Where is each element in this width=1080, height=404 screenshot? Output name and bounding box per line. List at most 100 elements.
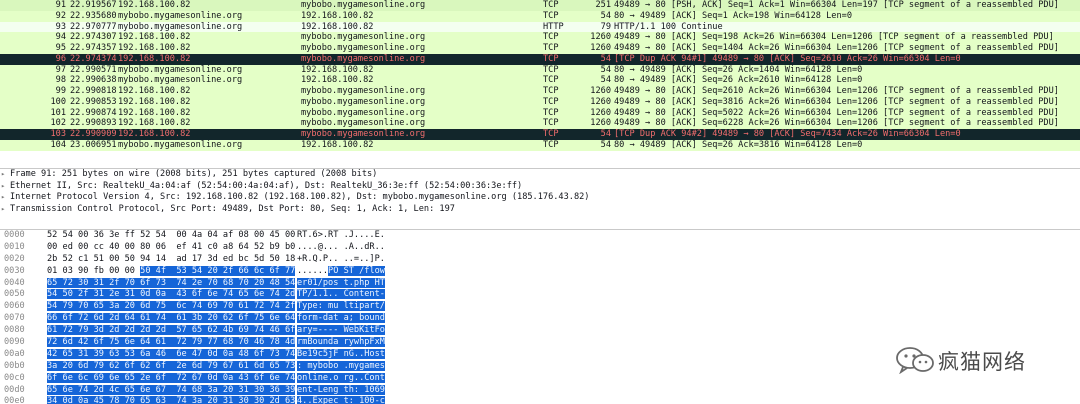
packet-row[interactable]: 91 22.919567 192.168.100.82 mybobo.mygameso… <box>0 0 1080 11</box>
packet-bytes-pane[interactable]: 0000 52 54 00 36 3e ff 52 54 00 4a 04 af … <box>0 230 1080 404</box>
packet-row[interactable]: 103 22.990909 192.168.100.82 mybobo.mygames… <box>0 129 1080 140</box>
selected-bytes: 3a 20 6d 79 62 6f 62 6f 2e 6d 79 67 61 6… <box>47 360 296 371</box>
packet-length: 79 <box>600 21 611 32</box>
packet-info: 80 → 49489 [ACK] Seq=26 Ack=2610 Win=641… <box>614 75 863 86</box>
packet-length: 54 <box>600 139 611 150</box>
packet-row[interactable]: 100 22.990853 192.168.100.82 mybobo.mygames… <box>0 96 1080 108</box>
packet-destination: mybobo.mygamesonline.org <box>301 86 426 96</box>
byte-offset: 0040 <box>4 277 25 288</box>
packet-list[interactable]: 91 22.919567 192.168.100.82 mybobo.mygameso… <box>0 0 1080 166</box>
byte-offset: 0070 <box>4 313 25 324</box>
selected-bytes: 72 6d 42 6f 75 6e 64 61 72 79 77 68 70 4… <box>47 337 296 348</box>
packet-source: 192.168.100.82 <box>118 86 191 96</box>
expand-arrow-icon[interactable]: ▸ <box>1 192 5 204</box>
packet-source: 192.168.100.82 <box>118 43 191 53</box>
packet-time: 22.974374 <box>70 53 117 64</box>
detail-row[interactable]: ▸ Ethernet II, Src: RealtekU_4a:04:af (52… <box>0 181 1080 193</box>
bytes-row[interactable]: 0040 65 72 30 31 2f 70 6f 73 74 2e 70 68 … <box>0 277 1080 290</box>
selected-bytes: TP/1.1.. Content- <box>297 289 385 300</box>
packet-source: 192.168.100.82 <box>118 0 191 10</box>
byte-ascii: ......PO ST /flow <box>297 265 385 276</box>
byte-offset: 00b0 <box>4 360 25 371</box>
bytes-row[interactable]: 0060 54 79 70 65 3a 20 6d 75 6c 74 69 70 … <box>0 301 1080 313</box>
packet-info: 80 → 49489 [ACK] Seq=26 Ack=3816 Win=641… <box>614 139 863 150</box>
packet-row[interactable]: 102 22.990893 192.168.100.82 mybobo.mygames… <box>0 118 1080 129</box>
packet-source: 192.168.100.82 <box>118 96 191 107</box>
selected-bytes: Type: mu ltipart/ <box>297 301 385 312</box>
packet-source: 192.168.100.82 <box>118 32 191 43</box>
bytes-row[interactable]: 0050 54 50 2f 31 2e 31 0d 0a 43 6f 6e 74 … <box>0 289 1080 301</box>
packet-protocol: HTTP <box>543 21 564 32</box>
selected-bytes: 4..Expec t: 100-c <box>297 396 385 404</box>
selected-bytes: : mybobo .mygames <box>297 360 385 371</box>
packet-row[interactable]: 95 22.974357 192.168.100.82 mybobo.mygameso… <box>0 43 1080 54</box>
packet-row[interactable]: 93 22.970777 mybobo.mygamesonline.org 192.1… <box>0 21 1080 33</box>
bytes-row[interactable]: 00e0 34 0d 0a 45 78 70 65 63 74 3a 20 31 … <box>0 396 1080 404</box>
packet-row[interactable]: 99 22.990818 192.168.100.82 mybobo.mygameso… <box>0 86 1080 97</box>
packet-length: 54 <box>600 64 611 75</box>
packet-protocol: TCP <box>543 107 559 118</box>
detail-row[interactable]: ▸ Transmission Control Protocol, Src Port… <box>0 204 1080 216</box>
packet-row[interactable]: 98 22.990638 mybobo.mygamesonline.org 192.1… <box>0 75 1080 86</box>
packet-no: 104 <box>50 139 66 150</box>
packet-time: 22.990571 <box>70 64 117 75</box>
selected-bytes: Be19c5jF nG..Host <box>297 348 385 359</box>
packet-info: 49489 → 80 [ACK] Seq=2610 Ack=26 Win=663… <box>614 86 1059 96</box>
packet-time: 22.990874 <box>70 107 117 118</box>
bytes-row[interactable]: 0080 61 72 79 3d 2d 2d 2d 2d 57 65 62 4b … <box>0 325 1080 337</box>
bytes-row[interactable]: 0000 52 54 00 36 3e ff 52 54 00 4a 04 af … <box>0 230 1080 242</box>
packet-info: 49489 → 80 [ACK] Seq=5022 Ack=26 Win=663… <box>614 107 1059 118</box>
packet-row[interactable]: 96 22.974374 192.168.100.82 mybobo.mygameso… <box>0 53 1080 65</box>
byte-offset: 00e0 <box>4 396 25 404</box>
selected-bytes: ent-Leng th: 1069 <box>297 384 385 395</box>
packet-length: 54 <box>600 129 611 139</box>
expand-arrow-icon[interactable]: ▸ <box>1 204 5 216</box>
packet-length: 1260 <box>590 32 611 43</box>
selected-bytes: 50 4f 53 54 20 2f 66 6c 6f 77 <box>140 265 296 276</box>
packet-length: 54 <box>600 10 611 21</box>
packet-protocol: TCP <box>543 96 559 107</box>
selected-bytes: 65 6e 74 2d 4c 65 6e 67 74 68 3a 20 31 3… <box>47 384 296 395</box>
packet-info: 80 → 49489 [ACK] Seq=1 Ack=198 Win=64128… <box>614 10 852 21</box>
expand-arrow-icon[interactable]: ▸ <box>1 169 5 181</box>
packet-destination: mybobo.mygamesonline.org <box>301 53 426 64</box>
packet-no: 94 <box>55 32 66 43</box>
selected-bytes: 61 72 79 3d 2d 2d 2d 2d 57 65 62 4b 69 7… <box>47 325 296 336</box>
byte-hex: 00 ed 00 cc 40 00 80 06 ef 41 c0 a8 64 5… <box>47 241 296 252</box>
packet-protocol: TCP <box>543 75 559 86</box>
expand-arrow-icon[interactable]: ▸ <box>1 181 5 193</box>
byte-hex: 01 03 90 fb 00 00 50 4f 53 54 20 2f 66 6… <box>47 265 296 276</box>
packet-no: 101 <box>50 107 66 118</box>
packet-row[interactable]: 94 22.974307 192.168.100.82 mybobo.mygameso… <box>0 32 1080 43</box>
bytes-row[interactable]: 0070 66 6f 72 6d 2d 64 61 74 61 3b 20 62 … <box>0 313 1080 325</box>
byte-hex: 65 6e 74 2d 4c 65 6e 67 74 68 3a 20 31 3… <box>47 384 296 397</box>
selected-bytes: 66 6f 72 6d 2d 64 61 74 61 3b 20 62 6f 7… <box>47 313 296 324</box>
wechat-icon <box>896 347 934 374</box>
byte-ascii: +R.Q.P.. ..=..]P. <box>297 253 385 264</box>
bytes-row[interactable]: 0030 01 03 90 fb 00 00 50 4f 53 54 20 2f … <box>0 265 1080 278</box>
packet-row[interactable]: 104 23.006951 mybobo.mygamesonline.org 192.… <box>0 139 1080 151</box>
packet-details-pane[interactable]: ▸ Frame 91: 251 bytes on wire (2008 bits)… <box>0 168 1080 230</box>
packet-destination: 192.168.100.82 <box>301 21 374 32</box>
byte-ascii: Type: mu ltipart/ <box>297 301 385 313</box>
byte-offset: 00c0 <box>4 372 25 383</box>
bytes-row[interactable]: 0010 00 ed 00 cc 40 00 80 06 ef 41 c0 a8 … <box>0 242 1080 254</box>
packet-destination: mybobo.mygamesonline.org <box>301 0 426 10</box>
packet-length: 54 <box>600 75 611 86</box>
bytes-row[interactable]: 0020 2b 52 c1 51 00 50 94 14 ad 17 3d ed … <box>0 254 1080 266</box>
byte-offset: 0050 <box>4 289 25 300</box>
packet-no: 102 <box>50 118 66 129</box>
packet-row[interactable]: 92 22.935680 mybobo.mygamesonline.org 192.1… <box>0 10 1080 22</box>
packet-length: 1260 <box>590 43 611 53</box>
packet-info: HTTP/1.1 100 Continue <box>614 21 723 32</box>
packet-source: mybobo.mygamesonline.org <box>118 139 243 150</box>
packet-source: 192.168.100.82 <box>118 107 191 118</box>
detail-row[interactable]: ▸ Internet Protocol Version 4, Src: 192.1… <box>0 192 1080 204</box>
detail-row[interactable]: ▸ Frame 91: 251 bytes on wire (2008 bits)… <box>0 169 1080 181</box>
packet-row[interactable]: 97 22.990571 mybobo.mygamesonline.org 192.1… <box>0 64 1080 76</box>
packet-info: [TCP Dup ACK 94#1] 49489 → 80 [ACK] Seq=… <box>614 53 961 64</box>
packet-row[interactable]: 101 22.990874 192.168.100.82 mybobo.mygames… <box>0 107 1080 119</box>
bytes-row[interactable]: 00d0 65 6e 74 2d 4c 65 6e 67 74 68 3a 20 … <box>0 384 1080 397</box>
packet-source: mybobo.mygamesonline.org <box>118 21 243 32</box>
packet-protocol: TCP <box>543 0 559 10</box>
